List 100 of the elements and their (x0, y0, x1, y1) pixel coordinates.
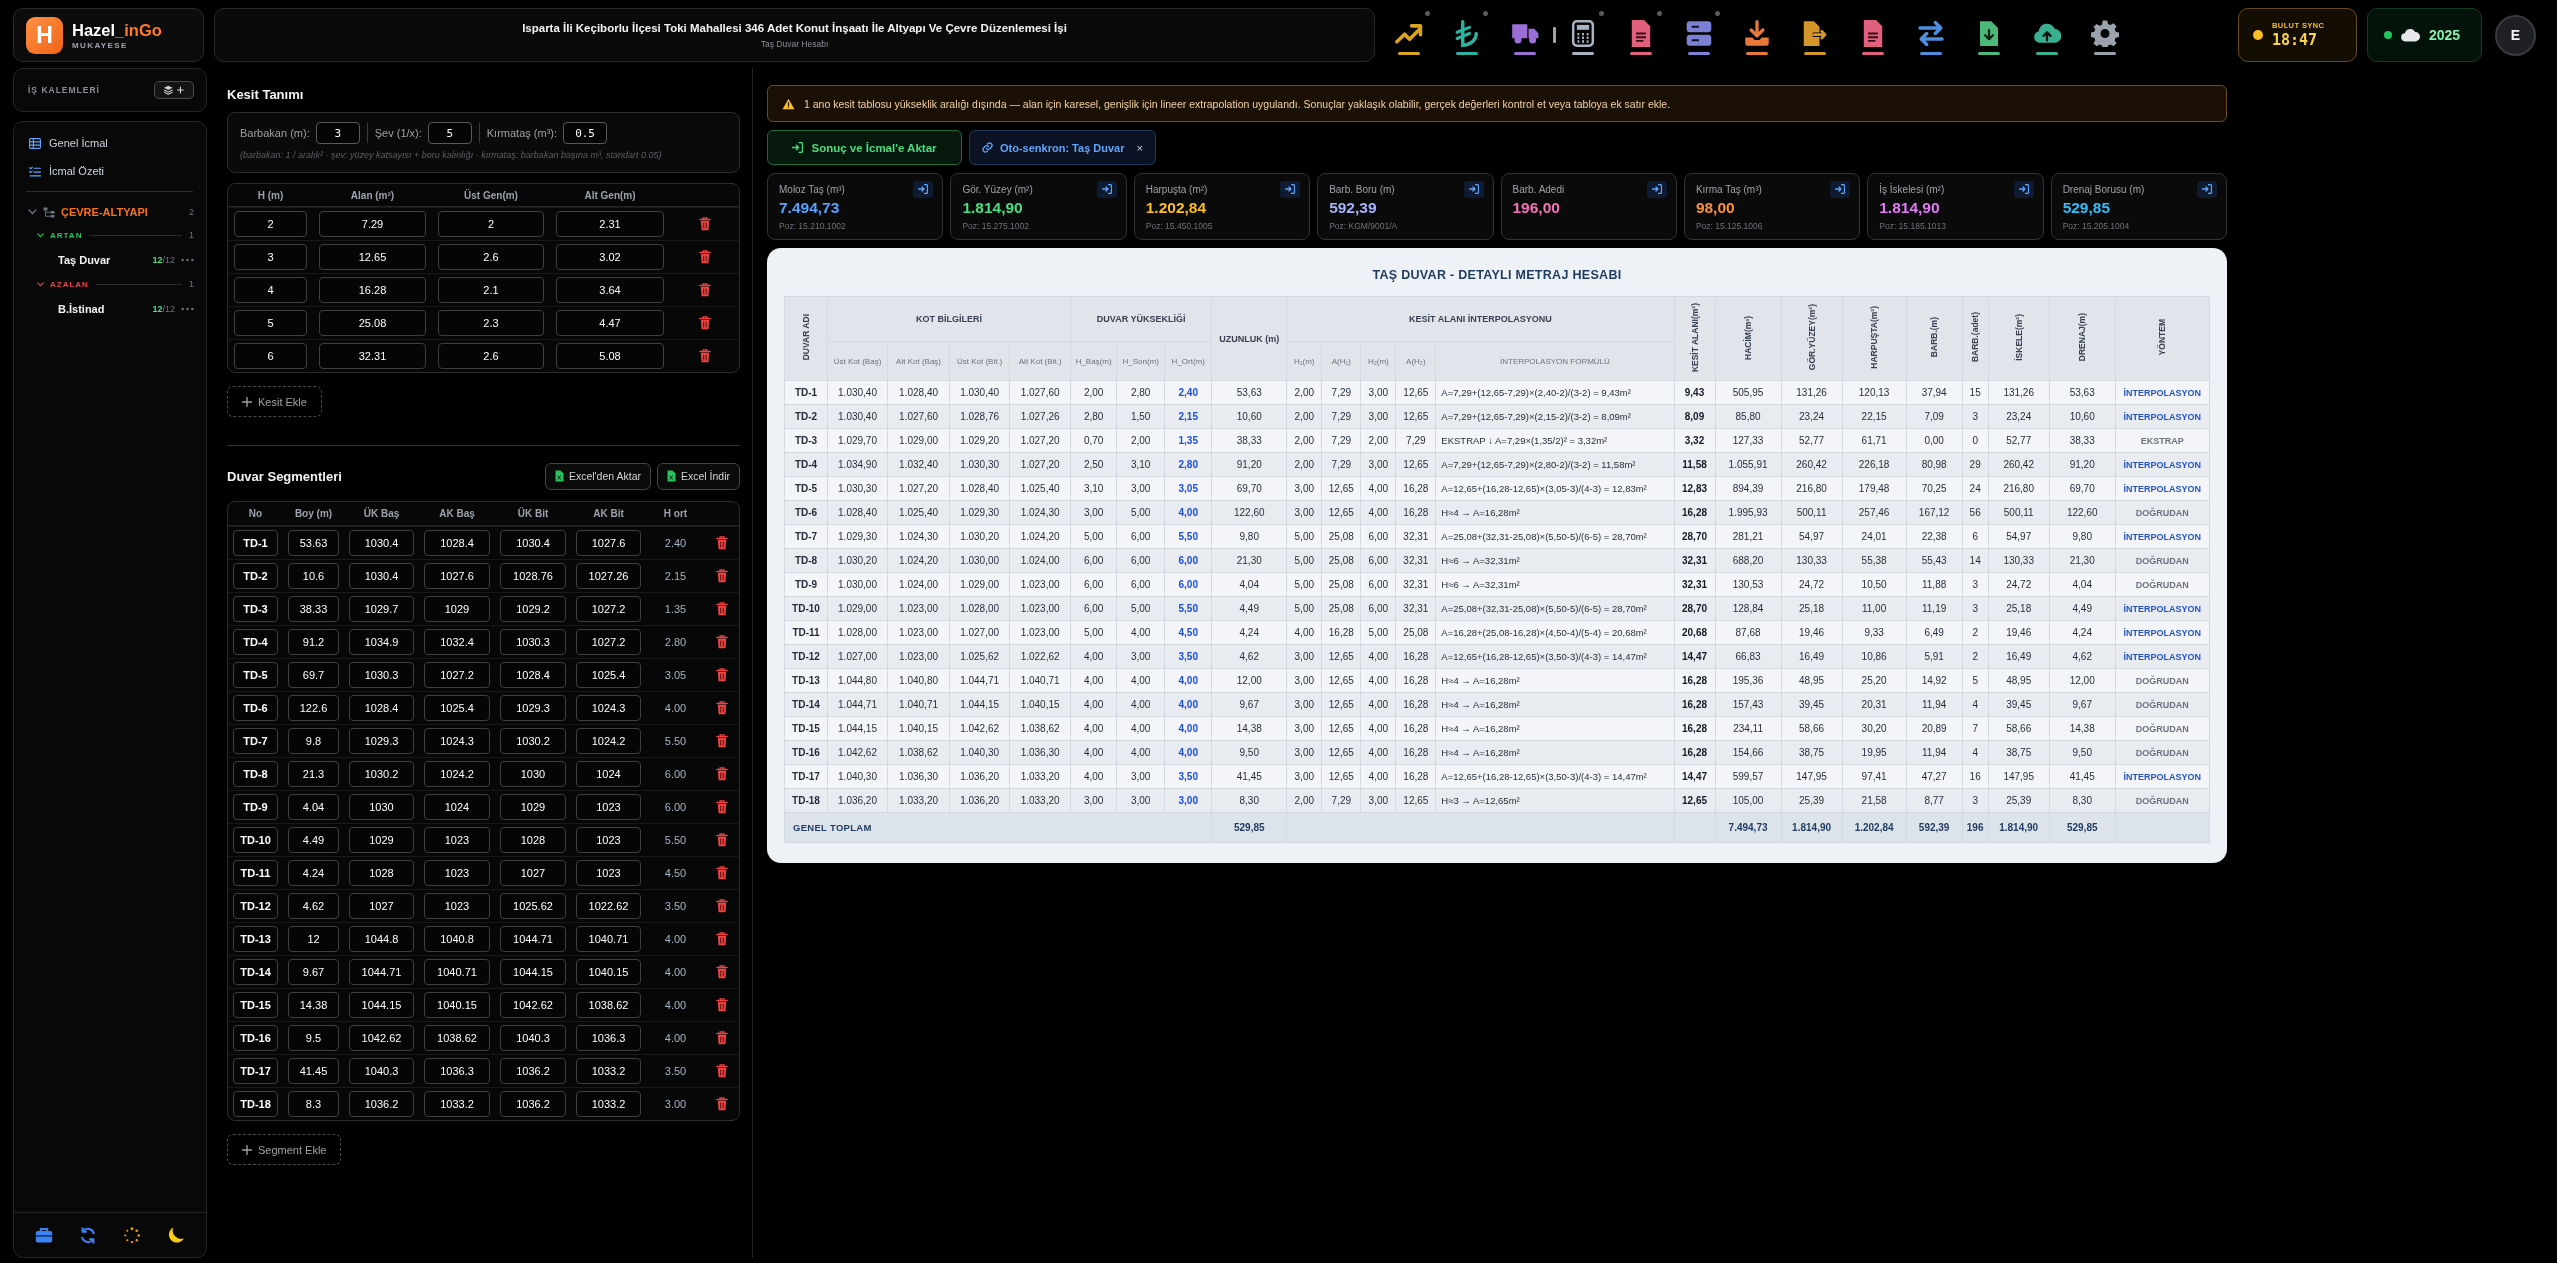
excel-button[interactable]: Excel İndir (656, 462, 740, 490)
apply-button[interactable] (2013, 180, 2034, 198)
input-field[interactable]: 1023 (576, 794, 641, 820)
input-field[interactable]: 4.62 (288, 893, 339, 919)
input-field[interactable]: 2.31 (556, 211, 664, 237)
input-field[interactable]: 1029.7 (349, 596, 414, 622)
input-field[interactable]: 1042.62 (500, 992, 566, 1018)
input-field[interactable]: 1030.2 (500, 728, 566, 754)
input-field[interactable]: 1038.62 (424, 1025, 490, 1051)
close-button[interactable]: × (1131, 141, 1143, 154)
input-field[interactable]: 4 (234, 277, 307, 303)
input-field[interactable]: 1040.3 (500, 1025, 566, 1051)
input-field[interactable]: 1033.2 (576, 1058, 641, 1084)
input-field[interactable]: 1040.15 (424, 992, 490, 1018)
tree-item[interactable]: B.İstinad (58, 298, 153, 320)
input-field[interactable]: 25.08 (319, 310, 426, 336)
param-field[interactable]: 5 (427, 122, 472, 144)
input-field[interactable]: 2 (438, 211, 544, 237)
tree-category[interactable]: ÇEVRE-ALTYAPI (28, 206, 148, 218)
input-field[interactable]: 4.24 (288, 860, 339, 886)
input-field[interactable]: 1030.4 (349, 530, 414, 556)
input-field[interactable]: 1029 (424, 596, 490, 622)
input-field[interactable]: 1036.2 (500, 1091, 566, 1117)
input-field[interactable]: 1044.71 (349, 959, 414, 985)
trash-icon[interactable] (698, 283, 711, 297)
input-field[interactable]: 1029 (500, 794, 566, 820)
input-field[interactable]: 8.3 (288, 1091, 339, 1117)
briefcase-icon[interactable] (35, 1226, 53, 1244)
input-field[interactable]: 1029.2 (500, 596, 566, 622)
input-field[interactable]: 1040.71 (576, 926, 641, 952)
add-category-button[interactable] (154, 81, 194, 99)
input-field[interactable]: TD-9 (233, 794, 278, 820)
excel-button[interactable]: Excel'den Aktar (544, 462, 651, 490)
input-field[interactable]: 7.29 (319, 211, 426, 237)
trash-icon[interactable] (716, 965, 728, 979)
trash-icon[interactable] (716, 734, 728, 748)
input-field[interactable]: 1042.62 (349, 1025, 414, 1051)
input-field[interactable]: 1033.2 (424, 1091, 490, 1117)
trash-icon[interactable] (716, 866, 728, 880)
input-field[interactable]: 1044.15 (500, 959, 566, 985)
input-field[interactable]: 1023 (424, 827, 490, 853)
input-field[interactable]: 1028.76 (500, 563, 566, 589)
input-field[interactable]: 1036.2 (349, 1091, 414, 1117)
trash-icon[interactable] (716, 668, 728, 682)
apply-button[interactable] (1280, 180, 1301, 198)
input-field[interactable]: 1028.4 (349, 695, 414, 721)
input-field[interactable]: 1029.3 (500, 695, 566, 721)
trash-icon[interactable] (716, 1031, 728, 1045)
trash-icon[interactable] (716, 602, 728, 616)
trash-icon[interactable] (716, 635, 728, 649)
input-field[interactable]: 3 (234, 244, 307, 270)
input-field[interactable]: TD-11 (233, 860, 278, 886)
input-field[interactable]: 1024 (576, 761, 641, 787)
input-field[interactable]: TD-3 (233, 596, 278, 622)
apply-button[interactable] (1830, 180, 1851, 198)
input-field[interactable]: 9.8 (288, 728, 339, 754)
add-segment-button[interactable]: Segment Ekle (227, 1134, 342, 1165)
input-field[interactable]: 1024.3 (576, 695, 641, 721)
input-field[interactable]: 1027 (349, 893, 414, 919)
input-field[interactable]: 1027.6 (424, 563, 490, 589)
input-field[interactable]: 4.47 (556, 310, 664, 336)
input-field[interactable]: 1024.2 (424, 761, 490, 787)
input-field[interactable]: 2.1 (438, 277, 544, 303)
apply-button[interactable] (1646, 180, 1667, 198)
input-field[interactable]: TD-6 (233, 695, 278, 721)
input-field[interactable]: 1030.4 (349, 563, 414, 589)
input-field[interactable]: 1023 (576, 827, 641, 853)
input-field[interactable]: 1024 (424, 794, 490, 820)
trash-icon[interactable] (716, 899, 728, 913)
input-field[interactable]: 32.31 (319, 343, 426, 369)
input-field[interactable]: 1030.3 (500, 629, 566, 655)
input-field[interactable]: 1025.62 (500, 893, 566, 919)
add-section-button[interactable]: Kesit Ekle (227, 386, 322, 417)
input-field[interactable]: 3.64 (556, 277, 664, 303)
more-icon[interactable] (181, 307, 194, 311)
input-field[interactable]: 1028 (349, 860, 414, 886)
moon-icon[interactable] (167, 1226, 185, 1244)
input-field[interactable]: TD-15 (233, 992, 278, 1018)
input-field[interactable]: 3.02 (556, 244, 664, 270)
input-field[interactable]: 5.08 (556, 343, 664, 369)
trash-icon[interactable] (716, 536, 728, 550)
input-field[interactable]: 1038.62 (576, 992, 641, 1018)
input-field[interactable]: 1030 (500, 761, 566, 787)
trash-icon[interactable] (716, 932, 728, 946)
input-field[interactable]: 1025.4 (576, 662, 641, 688)
input-field[interactable]: 9.5 (288, 1025, 339, 1051)
tree-item[interactable]: Taş Duvar (58, 249, 153, 271)
input-field[interactable]: 4.04 (288, 794, 339, 820)
input-field[interactable]: 2.6 (438, 343, 544, 369)
trash-icon[interactable] (716, 701, 728, 715)
input-field[interactable]: 2.6 (438, 244, 544, 270)
input-field[interactable]: 1028.4 (500, 662, 566, 688)
input-field[interactable]: 38.33 (288, 596, 339, 622)
input-field[interactable]: 21.3 (288, 761, 339, 787)
input-field[interactable]: TD-10 (233, 827, 278, 853)
input-field[interactable]: 1030.2 (349, 761, 414, 787)
input-field[interactable]: 2 (234, 211, 307, 237)
input-field[interactable]: 122.6 (288, 695, 339, 721)
input-field[interactable]: 1025.4 (424, 695, 490, 721)
input-field[interactable]: 1040.71 (424, 959, 490, 985)
